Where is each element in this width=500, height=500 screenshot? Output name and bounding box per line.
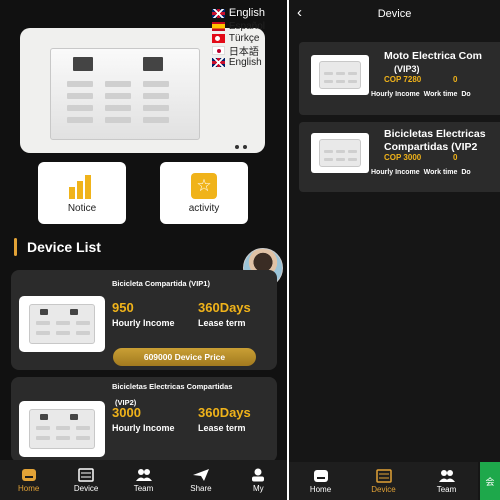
- uk-flag-icon: [211, 57, 225, 67]
- language-selected[interactable]: English: [211, 6, 265, 20]
- language-option-es[interactable]: Español: [211, 20, 265, 32]
- home-icon: [21, 468, 36, 481]
- meta-truncated: Do: [461, 91, 471, 98]
- meta-truncated: Do: [461, 169, 471, 176]
- tab-share[interactable]: Share: [172, 460, 229, 500]
- device-card[interactable]: Bicicletas Electricas Compartidas (VIP2)…: [11, 377, 277, 462]
- device-meta: Hourly Income Work time Do: [371, 169, 475, 176]
- device-screen: ‹ Device Moto Electrica Com (VIP3) COP 7…: [289, 0, 500, 500]
- tab-label: Home: [309, 484, 332, 494]
- bar-chart-icon: [69, 173, 95, 199]
- heading-accent-bar: [14, 238, 17, 256]
- language-option-label: English: [228, 56, 262, 68]
- tab-device[interactable]: Device: [352, 462, 415, 500]
- device-price-button[interactable]: 609000 Device Price: [113, 348, 256, 366]
- device-meta: Hourly Income Work time Do: [371, 91, 475, 98]
- device-list-heading: Device List: [14, 238, 101, 256]
- device-card[interactable]: Bicicleta Compartida (VIP1) 950 360Days …: [11, 270, 277, 370]
- tab-label: Device: [73, 483, 99, 493]
- hourly-income-label: Hourly Income: [112, 318, 175, 328]
- meta-work-time: Work time: [423, 169, 458, 176]
- team-icon: [438, 469, 455, 482]
- device-price: COP 7280: [384, 75, 422, 84]
- tab-label: Home: [18, 483, 40, 493]
- language-dropdown[interactable]: English Español Türkçe 日本語 English: [211, 6, 265, 68]
- turkey-flag-icon: [211, 33, 225, 43]
- hourly-income-value: 950: [112, 300, 134, 315]
- language-option-label: 日本語: [228, 46, 259, 58]
- device-count: 0: [453, 153, 458, 162]
- home-screen: English Español Türkçe 日本語 English Notic…: [0, 0, 287, 500]
- device-name: Bicicleta Compartida (VIP1): [112, 279, 210, 288]
- hourly-income-label: Hourly Income: [112, 423, 175, 433]
- service-side-button[interactable]: 会: [480, 462, 500, 500]
- language-option-ja[interactable]: 日本語: [211, 44, 265, 58]
- back-arrow-icon[interactable]: ‹: [297, 4, 302, 21]
- bottom-tab-bar: Home Device Team Share My: [0, 460, 287, 500]
- tab-team[interactable]: Team: [415, 462, 478, 500]
- lease-term-value: 360Days: [198, 405, 251, 420]
- tab-my[interactable]: My: [230, 460, 287, 500]
- activity-button[interactable]: ☆ activity: [160, 162, 248, 224]
- language-selected-label: English: [228, 7, 265, 19]
- tab-label: Team: [436, 484, 457, 494]
- device-title: Moto Electrica Com: [384, 50, 483, 62]
- bottom-tab-bar: Home Device Team: [289, 462, 478, 500]
- device-icon: [375, 468, 392, 483]
- tab-label: Device: [371, 484, 396, 494]
- tab-home[interactable]: Home: [0, 460, 57, 500]
- star-icon: ☆: [191, 172, 217, 199]
- device-card[interactable]: Bicicletas Electricas Compartidas (VIP2 …: [299, 122, 500, 192]
- spain-flag-icon: [211, 21, 225, 31]
- device-title: Bicicletas Electricas: [384, 128, 486, 140]
- hourly-income-value: 3000: [112, 405, 141, 420]
- home-icon: [313, 469, 328, 482]
- user-icon: [252, 468, 265, 481]
- device-count: 0: [453, 75, 458, 84]
- team-icon: [135, 468, 152, 481]
- tab-label: Share: [190, 483, 212, 493]
- tab-team[interactable]: Team: [115, 460, 172, 500]
- language-option-en[interactable]: English: [211, 56, 265, 68]
- device-title-line2: Compartidas (VIP2: [384, 141, 478, 153]
- charging-station-image: [50, 48, 200, 140]
- share-icon: [192, 468, 209, 481]
- tab-home[interactable]: Home: [289, 462, 352, 500]
- tab-device[interactable]: Device: [57, 460, 114, 500]
- device-image: [19, 296, 105, 352]
- device-image: [311, 55, 369, 95]
- device-image: [19, 401, 105, 457]
- tab-label: Team: [133, 483, 154, 493]
- meta-hourly-income: Hourly Income: [371, 169, 420, 176]
- device-vip: (VIP3): [394, 64, 420, 74]
- device-header: ‹ Device: [289, 0, 500, 28]
- page-title: Device: [377, 8, 412, 20]
- japan-flag-icon: [211, 45, 225, 55]
- device-card[interactable]: Moto Electrica Com (VIP3) COP 7280 0 Hou…: [299, 42, 500, 115]
- notice-label: Notice: [67, 202, 97, 214]
- notice-button[interactable]: Notice: [38, 162, 126, 224]
- lease-term-label: Lease term: [198, 423, 246, 433]
- device-icon: [78, 467, 94, 482]
- device-name: Bicicletas Electricas Compartidas: [112, 382, 233, 391]
- tab-label: My: [252, 483, 264, 493]
- activity-label: activity: [188, 202, 220, 214]
- uk-flag-icon: [211, 8, 225, 18]
- device-list-title: Device List: [27, 239, 101, 255]
- device-price: COP 3000: [384, 153, 422, 162]
- lease-term-label: Lease term: [198, 318, 246, 328]
- device-image: [311, 133, 369, 173]
- carousel-dots[interactable]: [235, 145, 247, 149]
- meta-hourly-income: Hourly Income: [371, 91, 420, 98]
- language-option-label: Español: [228, 20, 265, 32]
- meta-work-time: Work time: [423, 91, 458, 98]
- lease-term-value: 360Days: [198, 300, 251, 315]
